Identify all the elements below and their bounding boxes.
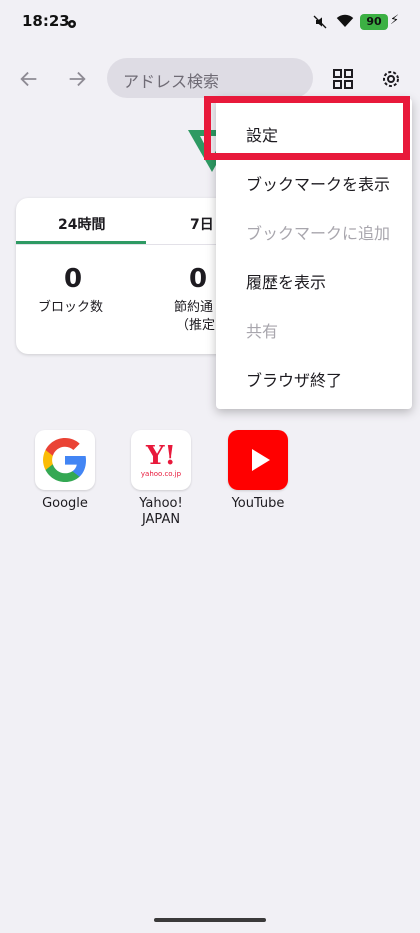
charging-icon: ⚡ — [390, 13, 400, 28]
mute-icon — [312, 14, 328, 34]
tabs-grid-button[interactable] — [330, 66, 356, 92]
shortcut-label: YouTube — [231, 496, 285, 511]
yahoo-icon: Y! yahoo.co.jp — [131, 430, 191, 490]
grid-icon — [333, 69, 353, 89]
shortcut-youtube[interactable]: YouTube — [213, 430, 303, 512]
battery-icon: 90 — [360, 14, 388, 30]
back-button[interactable] — [14, 64, 44, 94]
back-arrow-icon — [20, 71, 37, 87]
shortcut-yahoo[interactable]: Y! yahoo.co.jp Yahoo! JAPAN — [116, 430, 206, 528]
highlight-box — [204, 96, 410, 160]
forward-button[interactable] — [62, 64, 92, 94]
blocked-count: 0 — [64, 264, 83, 294]
yahoo-logo-text: Y! — [146, 441, 176, 471]
wifi-icon — [336, 13, 354, 33]
settings-button[interactable] — [378, 66, 404, 92]
menu-item-share: 共有 — [246, 322, 279, 341]
status-gear-icon — [66, 15, 78, 34]
status-bar: 18:23 90 ⚡ — [0, 0, 420, 44]
menu-item-history[interactable]: 履歴を表示 — [246, 269, 326, 293]
forward-arrow-icon — [69, 71, 86, 87]
saved-count: 0 — [189, 264, 208, 294]
menu-item-exit-browser[interactable]: ブラウザ終了 — [246, 367, 342, 391]
google-icon — [35, 430, 95, 490]
shortcut-label: Yahoo! JAPAN — [139, 496, 183, 527]
menu-item-show-bookmarks[interactable]: ブックマークを表示 — [246, 171, 390, 195]
address-search-input[interactable]: アドレス検索 — [107, 58, 313, 98]
menu-item-add-bookmark: ブックマークに追加 — [246, 224, 391, 243]
status-time: 18:23 — [22, 12, 70, 30]
shortcut-google[interactable]: Google — [20, 430, 110, 512]
tab-7d[interactable]: 7日 — [190, 214, 214, 234]
blocked-label: ブロック数 — [38, 300, 104, 315]
yahoo-domain-text: yahoo.co.jp — [140, 470, 182, 478]
youtube-icon — [228, 430, 288, 490]
address-placeholder: アドレス検索 — [123, 72, 220, 91]
shortcut-label: Google — [42, 496, 88, 511]
gear-icon — [383, 71, 399, 87]
home-indicator[interactable] — [154, 918, 266, 922]
tab-24h[interactable]: 24時間 — [58, 214, 105, 234]
saved-sub-label: （推定 — [176, 318, 216, 333]
saved-label: 節約通 — [174, 300, 214, 315]
